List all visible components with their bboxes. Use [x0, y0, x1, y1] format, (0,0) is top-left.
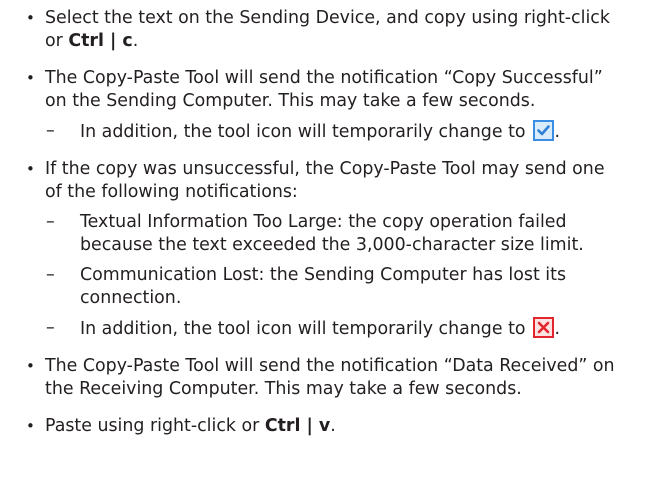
sub-item-text: In addition, the tool icon will temporar… [80, 319, 526, 339]
sub-item-period: . [554, 122, 561, 142]
bullet-marker: • [26, 417, 35, 435]
step-copy-unsuccessful-line1: If the copy was unsuccessful, the Copy-P… [45, 159, 605, 179]
check-icon [532, 120, 554, 141]
step-data-received: • The Copy-Paste Tool will send the noti… [26, 355, 633, 401]
shortcut-ctrl-v: Ctrl | v [264, 416, 331, 436]
sub-item-icon-change-success: – In addition, the tool icon will tempor… [27, 120, 633, 144]
step-select-copy-period: . [132, 31, 139, 51]
shortcut-ctrl-c: Ctrl | c [68, 31, 133, 51]
step-paste-text: Paste using right-click or [45, 416, 265, 436]
step-copy-unsuccessful: • If the copy was unsuccessful, the Copy… [26, 158, 633, 204]
step-select-copy-text: or [45, 31, 69, 51]
sub-item-period: . [554, 319, 561, 339]
step-paste-line: Paste using right-click or Ctrl | v. [45, 415, 633, 438]
sub-item-too-large: – Textual Information Too Large: the cop… [27, 211, 633, 257]
sub-marker: – [46, 212, 55, 232]
step-data-received-line1: The Copy-Paste Tool will send the notifi… [45, 356, 615, 376]
x-icon [532, 317, 554, 338]
sub-item-text: In addition, the tool icon will temporar… [80, 122, 526, 142]
step-copy-successful: • The Copy-Paste Tool will send the noti… [26, 67, 633, 113]
sub-item-icon-change-success-line: In addition, the tool icon will temporar… [80, 120, 633, 144]
instructions-page: • Select the text on the Sending Device,… [0, 0, 645, 482]
sub-marker: – [46, 121, 55, 141]
step-select-copy-line1: Select the text on the Sending Device, a… [45, 8, 610, 28]
bullet-marker: • [26, 160, 35, 178]
sub-item-communication-lost: – Communication Lost: the Sending Comput… [27, 264, 633, 310]
sub-item-icon-change-failure: – In addition, the tool icon will tempor… [27, 317, 633, 341]
bullet-marker: • [26, 357, 35, 375]
sub-item-too-large-line2: because the text exceeded the 3,000-char… [80, 235, 584, 255]
sub-marker: – [46, 265, 55, 285]
sub-item-icon-change-failure-line: In addition, the tool icon will temporar… [80, 317, 633, 341]
sub-item-too-large-line1: Textual Information Too Large: the copy … [80, 212, 567, 232]
step-copy-successful-line2: on the Sending Computer. This may take a… [45, 91, 536, 111]
step-copy-unsuccessful-line2: of the following notifications: [45, 182, 298, 202]
sub-item-communication-lost-line2: connection. [80, 288, 182, 308]
step-data-received-line2: the Receiving Computer. This may take a … [45, 379, 522, 399]
step-select-copy-line2: or Ctrl | c. [45, 30, 633, 53]
step-paste: • Paste using right-click or Ctrl | v. [26, 415, 633, 438]
bullet-marker: • [26, 69, 35, 87]
step-select-copy: • Select the text on the Sending Device,… [26, 7, 633, 53]
step-paste-period: . [330, 416, 336, 436]
step-copy-successful-line1: The Copy-Paste Tool will send the notifi… [45, 68, 603, 88]
sub-marker: – [46, 318, 55, 338]
bullet-marker: • [26, 9, 35, 27]
sub-item-communication-lost-line1: Communication Lost: the Sending Computer… [80, 265, 567, 285]
